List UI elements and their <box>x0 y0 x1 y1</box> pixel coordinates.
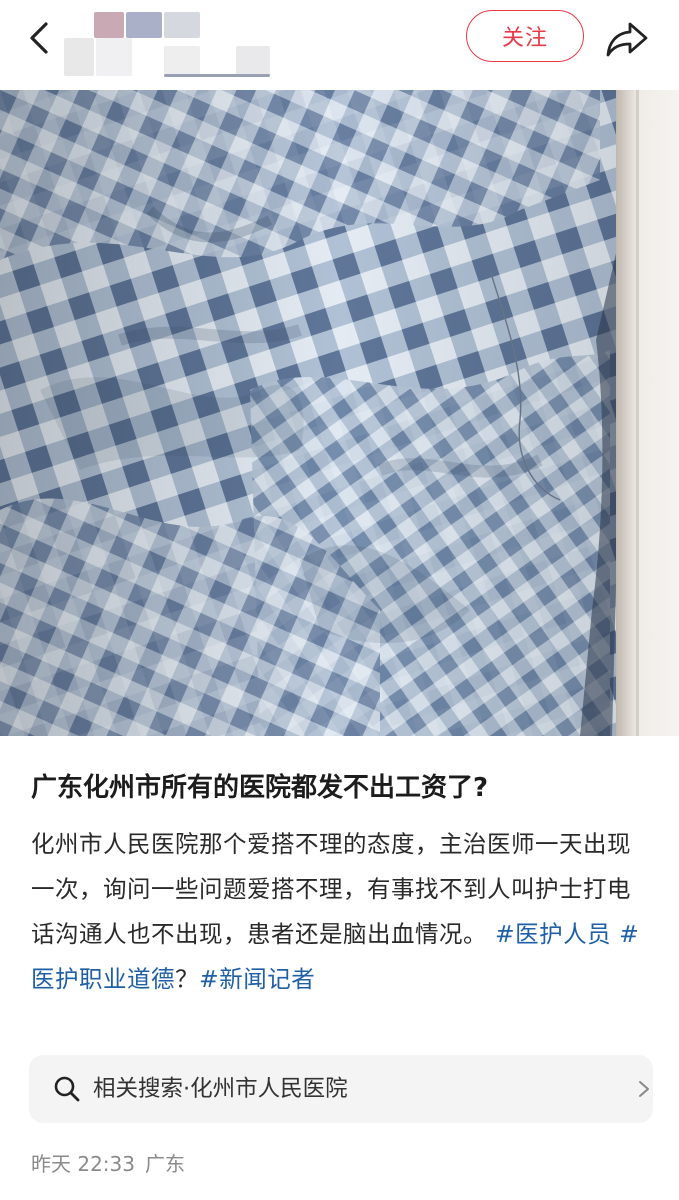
related-search-label: 相关搜索·化州市人民医院 <box>93 1076 348 1102</box>
hashtag-news-reporter[interactable]: #新闻记者 <box>199 965 315 993</box>
post-title: 广东化州市所有的医院都发不出工资了? <box>31 773 489 803</box>
chevron-left-icon <box>30 22 48 54</box>
chevron-right-icon <box>639 1081 649 1097</box>
share-arrow-icon <box>606 22 648 57</box>
post-timestamp: 昨天 22:33 <box>31 1152 135 1176</box>
hashtag-medical-staff[interactable]: #医护人员 <box>495 920 611 948</box>
post-photo-checkered-bedding[interactable] <box>0 90 679 736</box>
search-icon <box>54 1076 80 1102</box>
top-bar: 关注 <box>0 0 679 86</box>
tag-separator: ？ <box>175 965 199 993</box>
share-button[interactable] <box>604 18 650 60</box>
author-info-blurred[interactable] <box>64 6 304 77</box>
post-meta: 昨天 22:33 广东 <box>31 1149 185 1179</box>
post-location: 广东 <box>145 1152 185 1176</box>
follow-button[interactable]: 关注 <box>466 10 584 62</box>
post-body: 化州市人民医院那个爱搭不理的态度，主治医师一天出现一次，询问一些问题爱搭不理，有… <box>31 822 646 1002</box>
related-search-bar[interactable]: 相关搜索·化州市人民医院 <box>29 1055 653 1123</box>
back-button[interactable] <box>24 18 60 58</box>
bed-photo-image <box>0 90 679 736</box>
